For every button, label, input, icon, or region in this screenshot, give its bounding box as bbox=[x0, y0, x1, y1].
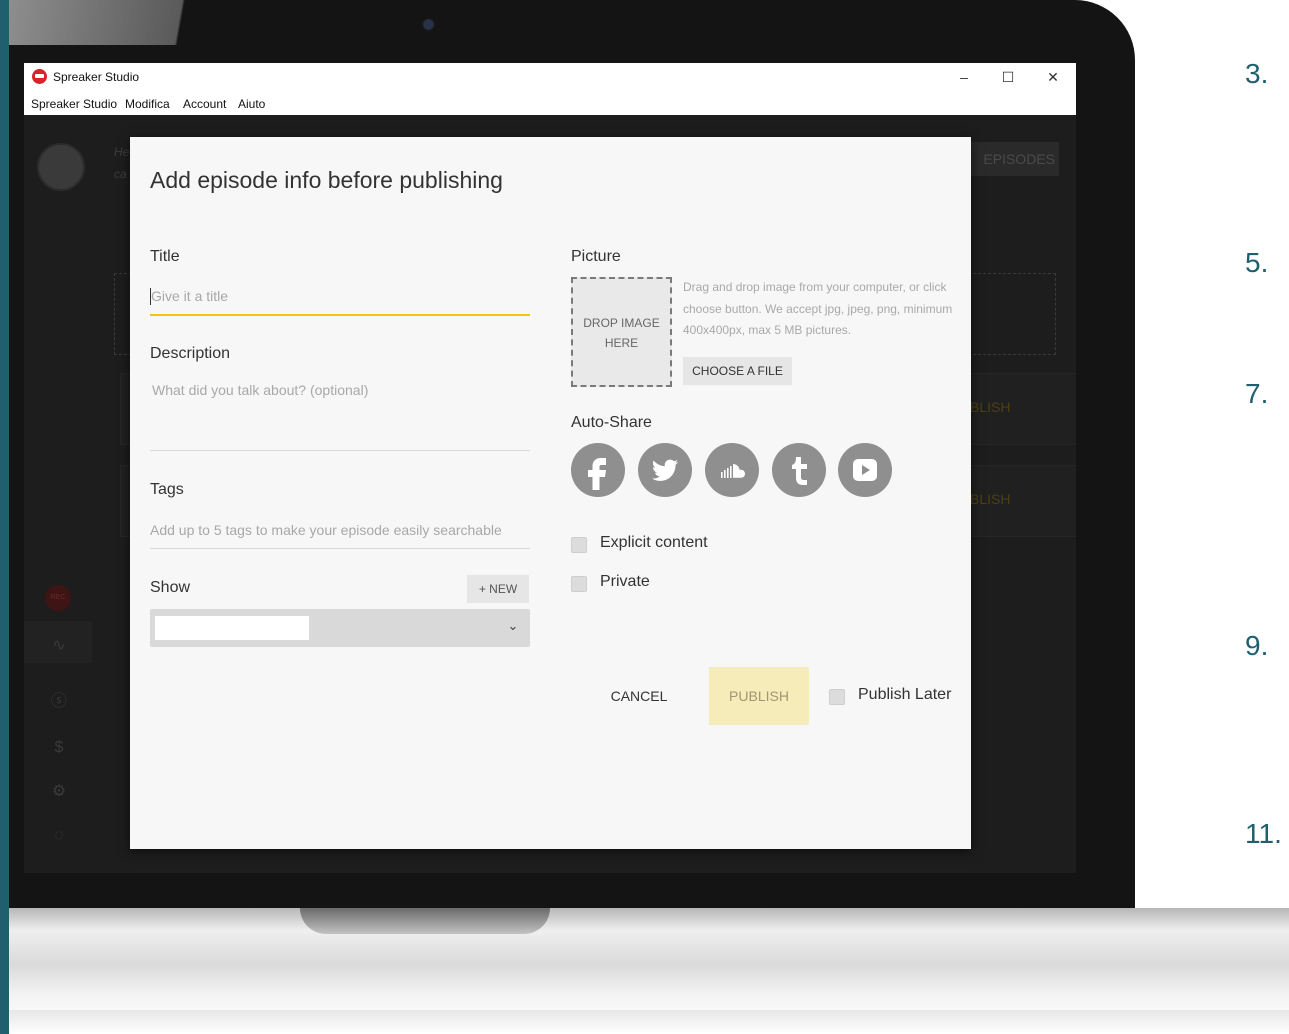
drop-zone-text: DROP IMAGE HERE bbox=[573, 313, 670, 353]
minimize-button[interactable]: – bbox=[948, 65, 980, 89]
description-input[interactable]: What did you talk about? (optional) bbox=[152, 382, 368, 398]
publish-link[interactable]: BLISH bbox=[970, 399, 1010, 415]
drop-zone-line: DROP IMAGE bbox=[583, 316, 660, 330]
description-underline bbox=[150, 450, 530, 451]
step-number: 3. bbox=[1245, 58, 1269, 89]
window-titlebar: Spreaker Studio – ☐ ✕ bbox=[24, 63, 1076, 91]
maximize-button[interactable]: ☐ bbox=[992, 65, 1024, 89]
publish-dialog: Add episode info before publishing Title… bbox=[130, 137, 971, 849]
title-input-underline bbox=[150, 314, 530, 316]
window-title: Spreaker Studio bbox=[53, 70, 140, 84]
show-label: Show bbox=[150, 579, 191, 596]
menu-account[interactable]: Account bbox=[183, 97, 226, 111]
private-checkbox[interactable] bbox=[571, 576, 587, 592]
drop-zone-line: HERE bbox=[604, 336, 639, 350]
laptop-shadow bbox=[9, 1010, 1289, 1034]
menu-modifica[interactable]: Modifica bbox=[125, 97, 170, 111]
dialog-title: Add episode info before publishing bbox=[150, 167, 503, 193]
choose-file-button[interactable]: CHOOSE A FILE bbox=[683, 357, 792, 385]
dollar-icon[interactable]: $ bbox=[48, 737, 70, 759]
explicit-content-label: Explicit content bbox=[600, 534, 708, 551]
youtube-icon[interactable] bbox=[838, 443, 892, 497]
tags-label: Tags bbox=[150, 481, 184, 498]
avatar[interactable] bbox=[37, 143, 85, 191]
publish-later-label: Publish Later bbox=[858, 686, 952, 703]
tags-underline bbox=[150, 548, 530, 549]
rec-button[interactable]: REC bbox=[45, 585, 71, 611]
episodes-button[interactable]: EPISODES bbox=[970, 142, 1059, 176]
greeting-line: He bbox=[114, 145, 130, 159]
show-select-value bbox=[155, 616, 309, 640]
picture-help-text: Drag and drop image from your computer, … bbox=[683, 280, 953, 337]
menu-bar: Spreaker Studio Modifica Account Aiuto bbox=[24, 91, 1076, 116]
slide-edge bbox=[0, 0, 9, 1034]
twitter-icon[interactable] bbox=[638, 443, 692, 497]
auto-share-label: Auto-Share bbox=[571, 414, 652, 431]
title-input[interactable]: Give it a title bbox=[151, 288, 228, 304]
step-number: 5. bbox=[1245, 247, 1269, 278]
publish-button[interactable]: PUBLISH bbox=[709, 667, 809, 725]
step-number: 7. bbox=[1245, 378, 1269, 409]
show-select[interactable]: ⌄ bbox=[150, 609, 530, 647]
explicit-content-checkbox[interactable] bbox=[571, 537, 587, 553]
publish-link[interactable]: BLISH bbox=[970, 491, 1010, 507]
description-label: Description bbox=[150, 345, 231, 362]
publish-later-checkbox[interactable] bbox=[829, 689, 845, 705]
tags-input[interactable]: Add up to 5 tags to make your episode ea… bbox=[150, 522, 502, 538]
greeting-line: ca bbox=[114, 167, 127, 181]
bezel-glare bbox=[9, 0, 249, 45]
image-drop-zone[interactable]: DROP IMAGE HERE bbox=[571, 277, 672, 387]
activity-icon[interactable]: ∿ bbox=[48, 635, 70, 657]
app-window: Spreaker Studio – ☐ ✕ Spreaker Studio Mo… bbox=[24, 63, 1076, 873]
soundcloud-icon[interactable] bbox=[705, 443, 759, 497]
close-button[interactable]: ✕ bbox=[1037, 65, 1069, 89]
spreaker-logo-icon bbox=[32, 69, 47, 84]
laptop-opening-notch bbox=[300, 908, 550, 934]
menu-aiuto[interactable]: Aiuto bbox=[238, 97, 265, 111]
private-label: Private bbox=[600, 573, 650, 590]
webcam bbox=[424, 20, 433, 29]
title-label: Title bbox=[150, 248, 180, 265]
help-icon[interactable]: ◌ bbox=[48, 825, 70, 847]
header-greeting: He ca bbox=[114, 141, 129, 185]
new-show-button[interactable]: + NEW bbox=[467, 575, 529, 603]
menu-spreaker-studio[interactable]: Spreaker Studio bbox=[31, 97, 117, 111]
skype-icon[interactable]: ⓢ bbox=[48, 691, 70, 713]
facebook-icon[interactable] bbox=[571, 443, 625, 497]
gear-icon[interactable]: ⚙ bbox=[48, 781, 70, 803]
step-number: 9. bbox=[1245, 630, 1269, 661]
tumblr-icon[interactable] bbox=[772, 443, 826, 497]
step-number: 11. bbox=[1245, 818, 1282, 849]
chevron-down-icon: ⌄ bbox=[507, 618, 519, 633]
cancel-button[interactable]: CANCEL bbox=[595, 667, 683, 725]
picture-label: Picture bbox=[571, 248, 621, 265]
